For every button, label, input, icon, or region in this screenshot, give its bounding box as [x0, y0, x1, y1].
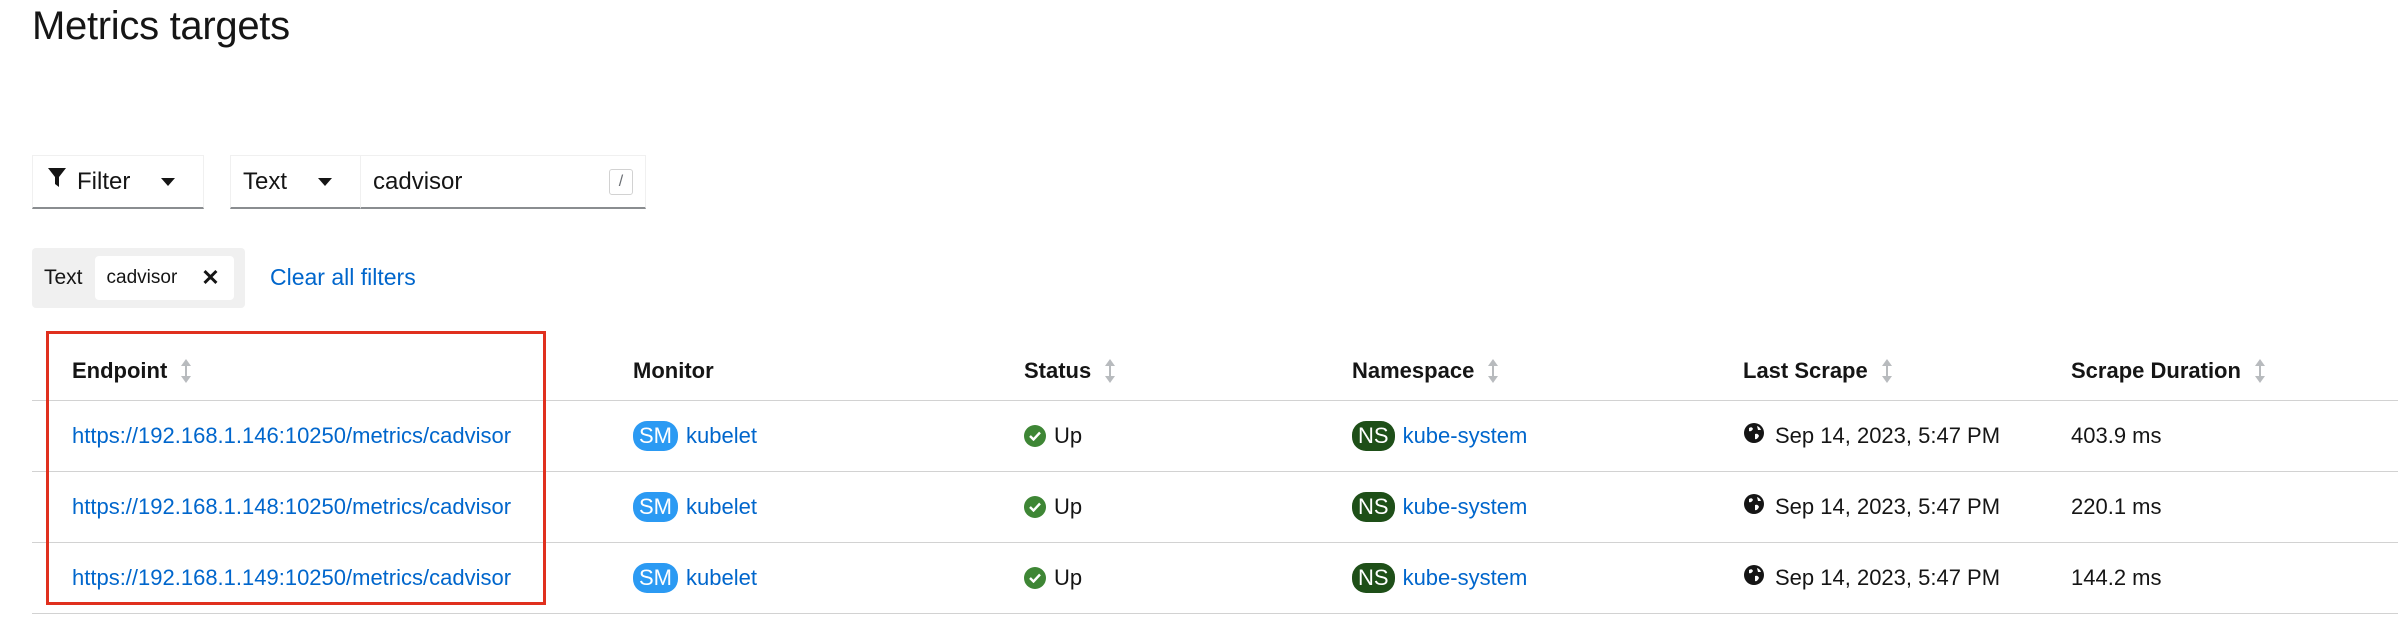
column-header-label: Status	[1024, 358, 1092, 383]
filter-chip-label: cadvisor	[106, 267, 178, 288]
column-header-namespace[interactable]: Namespace	[1352, 358, 1499, 384]
sort-icon[interactable]	[181, 359, 192, 383]
namespace-cell: NS kube-system	[1352, 472, 1527, 542]
scrape-duration: 220.1 ms	[2071, 494, 2162, 519]
last-scrape-cell: Sep 14, 2023, 5:47 PM	[1743, 472, 2000, 542]
chip-group-label: Text	[44, 266, 83, 289]
monitor-link[interactable]: kubelet	[686, 565, 757, 591]
filter-chip: cadvisor ✕	[94, 256, 234, 300]
service-monitor-badge: SM	[633, 563, 678, 593]
status-cell: Up	[1024, 472, 1082, 542]
sort-icon[interactable]	[1881, 359, 1892, 383]
clear-all-filters-link[interactable]: Clear all filters	[270, 264, 416, 291]
namespace-cell: NS kube-system	[1352, 401, 1527, 471]
status-label: Up	[1054, 423, 1083, 448]
column-header-scrape-duration[interactable]: Scrape Duration	[2071, 358, 2265, 384]
column-header-endpoint[interactable]: Endpoint	[72, 358, 192, 384]
table-row: https://192.168.1.149:10250/metrics/cadv…	[32, 543, 2398, 614]
table-row: https://192.168.1.146:10250/metrics/cadv…	[32, 401, 2398, 472]
namespace-link[interactable]: kube-system	[1403, 565, 1528, 591]
filter-toolbar: Filter Text /	[32, 155, 646, 209]
last-scrape-time: Sep 14, 2023, 5:47 PM	[1775, 565, 2001, 590]
keyboard-shortcut-hint: /	[609, 168, 633, 195]
namespace-link[interactable]: kube-system	[1403, 423, 1528, 449]
status-cell: Up	[1024, 401, 1082, 471]
scrape-duration: 144.2 ms	[2071, 565, 2162, 590]
column-header-label: Endpoint	[72, 358, 168, 383]
table-row: https://192.168.1.148:10250/metrics/cadv…	[32, 472, 2398, 543]
monitor-link[interactable]: kubelet	[686, 494, 757, 520]
filter-dropdown-label: Filter	[77, 167, 131, 195]
namespace-badge: NS	[1352, 563, 1395, 593]
monitor-link[interactable]: kubelet	[686, 423, 757, 449]
close-icon[interactable]: ✕	[201, 265, 219, 291]
endpoint-link[interactable]: https://192.168.1.148:10250/metrics/cadv…	[72, 494, 511, 520]
column-header-label: Scrape Duration	[2071, 358, 2241, 383]
caret-down-icon	[161, 177, 175, 186]
sort-icon[interactable]	[2254, 359, 2265, 383]
globe-icon	[1743, 493, 1765, 521]
status-cell: Up	[1024, 543, 1082, 613]
namespace-link[interactable]: kube-system	[1403, 494, 1528, 520]
monitor-cell: SM kubelet	[633, 543, 757, 613]
page-title: Metrics targets	[32, 4, 290, 48]
filter-type-dropdown[interactable]: Text	[230, 155, 360, 209]
filter-icon	[47, 167, 67, 196]
caret-down-icon	[318, 177, 332, 186]
globe-icon	[1743, 564, 1765, 592]
monitor-cell: SM kubelet	[633, 401, 757, 471]
check-circle-icon	[1024, 496, 1046, 518]
sort-icon[interactable]	[1488, 359, 1499, 383]
monitor-cell: SM kubelet	[633, 472, 757, 542]
column-header-label: Namespace	[1352, 358, 1475, 383]
namespace-badge: NS	[1352, 421, 1395, 451]
globe-icon	[1743, 422, 1765, 450]
service-monitor-badge: SM	[633, 492, 678, 522]
last-scrape-time: Sep 14, 2023, 5:47 PM	[1775, 494, 2001, 519]
column-header-last-scrape[interactable]: Last Scrape	[1743, 358, 1892, 384]
status-label: Up	[1054, 565, 1083, 590]
targets-table: Endpoint Monitor Status Namespace Last S…	[32, 340, 2398, 614]
check-circle-icon	[1024, 567, 1046, 589]
search-field[interactable]: /	[360, 155, 646, 209]
last-scrape-time: Sep 14, 2023, 5:47 PM	[1775, 423, 2001, 448]
filter-dropdown[interactable]: Filter	[32, 155, 204, 209]
status-label: Up	[1054, 494, 1083, 519]
service-monitor-badge: SM	[633, 421, 678, 451]
table-header: Endpoint Monitor Status Namespace Last S…	[32, 340, 2398, 401]
scrape-duration: 403.9 ms	[2071, 423, 2162, 448]
namespace-badge: NS	[1352, 492, 1395, 522]
filter-type-label: Text	[243, 167, 288, 195]
column-header-label: Monitor	[633, 358, 714, 383]
search-input[interactable]	[373, 167, 603, 196]
last-scrape-cell: Sep 14, 2023, 5:47 PM	[1743, 401, 2000, 471]
sort-icon[interactable]	[1105, 359, 1116, 383]
last-scrape-cell: Sep 14, 2023, 5:47 PM	[1743, 543, 2000, 613]
endpoint-link[interactable]: https://192.168.1.146:10250/metrics/cadv…	[72, 423, 511, 449]
column-header-monitor: Monitor	[633, 358, 714, 384]
chip-group: Text cadvisor ✕	[32, 248, 245, 308]
endpoint-link[interactable]: https://192.168.1.149:10250/metrics/cadv…	[72, 565, 511, 591]
check-circle-icon	[1024, 425, 1046, 447]
column-header-label: Last Scrape	[1743, 358, 1868, 383]
namespace-cell: NS kube-system	[1352, 543, 1527, 613]
column-header-status[interactable]: Status	[1024, 358, 1116, 384]
